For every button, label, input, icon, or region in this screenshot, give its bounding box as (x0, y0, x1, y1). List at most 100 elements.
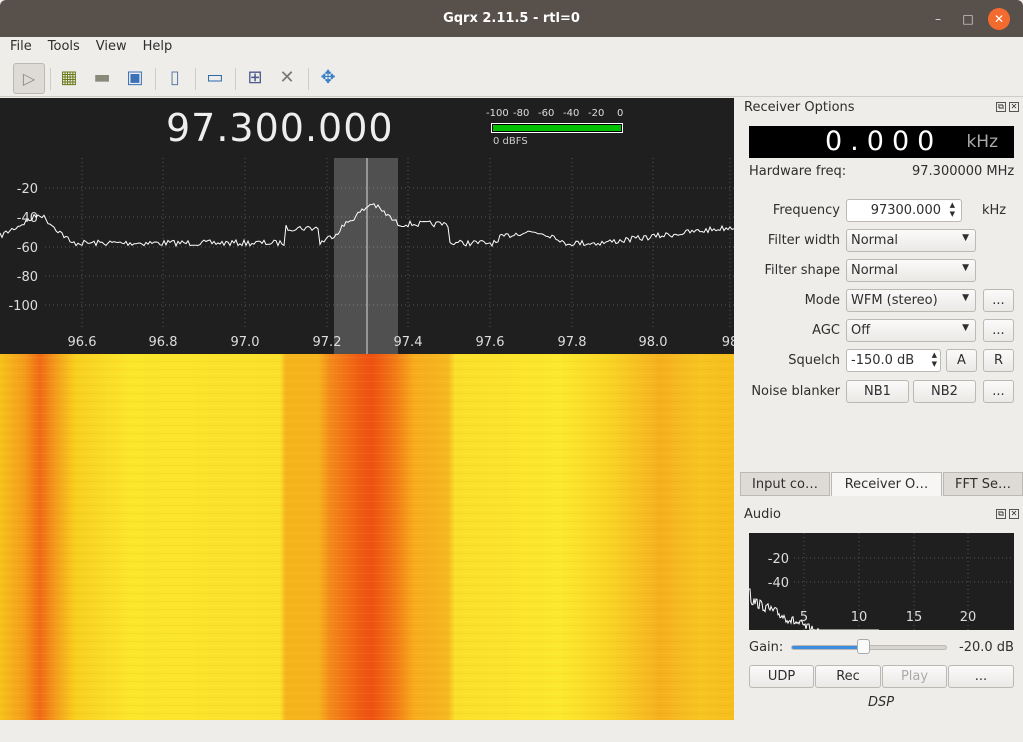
gain-label: Gain: (749, 640, 784, 655)
gain-value: -20.0 dB (959, 640, 1014, 655)
y-tick-label: -20 (768, 552, 789, 567)
nb2-button[interactable]: NB2 (913, 380, 976, 403)
y-tick-label: -40 (768, 576, 789, 591)
tab-input-controls[interactable]: Input co… (740, 472, 830, 496)
menu-bar: File Tools View Help (0, 37, 1023, 59)
tab-receiver-options[interactable]: Receiver O… (831, 472, 942, 496)
x-tick-label: 97.0 (231, 335, 260, 350)
spectrum-plot[interactable]: -20 -40 -60 -80 -100 96.6 96.8 97.0 97.2 97.4 97.6… (0, 158, 734, 354)
window-title: Gqrx 2.11.5 - rtl=0 (443, 11, 580, 26)
chevron-down-icon: ▼ (962, 233, 969, 243)
close-dock-icon[interactable]: ✕ (1009, 102, 1019, 112)
float-icon[interactable]: ⧉ (996, 102, 1006, 112)
agc-select[interactable]: Off ▼ (846, 319, 976, 342)
audio-options-button[interactable]: ... (948, 665, 1014, 688)
meter-tick: 0 (617, 108, 624, 119)
rec-button[interactable]: Rec (815, 665, 881, 688)
filter-shape-value: Normal (851, 263, 899, 278)
x-tick-label: 97.4 (394, 335, 423, 350)
x-tick-label: 98.0 (639, 335, 668, 350)
toolbar: ▦ ▬ ▣ ▯ ▭ ⊞ ✕ ✥ (0, 60, 1023, 97)
x-tick-label: 96.8 (149, 335, 178, 350)
squelch-label: Squelch (788, 353, 840, 368)
y-tick-label: -40 (17, 211, 38, 226)
save-icon[interactable]: ▣ (120, 63, 150, 93)
x-tick-label: 98 (722, 335, 734, 350)
x-tick-label: 15 (906, 610, 923, 625)
filter-width-value: Normal (851, 233, 899, 248)
agc-options-button[interactable]: ... (983, 319, 1014, 342)
audio-title: Audio (744, 507, 781, 522)
play-button[interactable]: ▷ (13, 63, 45, 94)
meter-tick: -80 (513, 108, 530, 119)
chevron-down-icon: ▼ (962, 293, 969, 303)
play-audio-button[interactable]: Play (882, 665, 947, 688)
x-tick-label: 10 (851, 610, 868, 625)
mode-options-button[interactable]: ... (983, 289, 1014, 312)
close-dock-icon[interactable]: ✕ (1009, 509, 1019, 519)
offset-display[interactable]: 0.000 kHz (749, 126, 1014, 158)
y-tick-label: -100 (8, 299, 38, 314)
menu-tools[interactable]: Tools (38, 37, 80, 59)
y-tick-label: -80 (17, 270, 38, 285)
mode-label: Mode (804, 293, 840, 308)
x-tick-label: 5 (800, 610, 808, 625)
open-folder-icon[interactable]: ▬ (87, 63, 117, 93)
gain-slider-handle[interactable] (856, 639, 870, 654)
x-tick-label: 20 (960, 610, 977, 625)
close-button[interactable]: ✕ (988, 8, 1010, 30)
squelch-reset-button[interactable]: R (983, 349, 1014, 372)
frequency-input[interactable]: 97300.000 ▲ ▼ (846, 199, 962, 222)
y-tick-label: -20 (17, 182, 38, 197)
agc-label: AGC (812, 323, 840, 338)
filter-shape-label: Filter shape (764, 263, 840, 278)
squelch-auto-button[interactable]: A (946, 349, 977, 372)
filter-width-label: Filter width (767, 233, 840, 248)
offset-unit: kHz (966, 132, 998, 152)
filter-width-select[interactable]: Normal ▼ (846, 229, 976, 252)
minimize-button[interactable]: – (928, 9, 948, 29)
menu-file[interactable]: File (0, 37, 32, 59)
maximize-button[interactable]: □ (958, 9, 978, 29)
hw-freq-value: 97.300000 MHz (912, 164, 1015, 179)
filter-shape-select[interactable]: Normal ▼ (846, 259, 976, 282)
agc-value: Off (851, 323, 871, 338)
meter-tick: -100 (486, 108, 509, 119)
nb1-button[interactable]: NB1 (846, 380, 909, 403)
y-tick-label: -60 (17, 241, 38, 256)
nb-options-button[interactable]: ... (983, 380, 1014, 403)
offset-value: 0.000 (825, 126, 943, 157)
meter-tick: -20 (588, 108, 605, 119)
float-icon[interactable]: ⧉ (996, 509, 1006, 519)
passband-highlight (334, 158, 398, 354)
dsp-label: DSP (868, 695, 895, 710)
x-tick-label: 96.6 (68, 335, 97, 350)
monitor-icon[interactable]: ▭ (200, 63, 230, 93)
meter-tick: -40 (563, 108, 580, 119)
frequency-value: 97300.000 (870, 203, 941, 218)
x-tick-label: 97.8 (558, 335, 587, 350)
fullscreen-icon[interactable]: ✥ (313, 63, 343, 93)
network-icon[interactable]: ⊞ (240, 63, 270, 93)
frequency-display[interactable]: 97.300.000 (166, 106, 394, 150)
mode-select[interactable]: WFM (stereo) ▼ (846, 289, 976, 312)
audio-fft-plot: -20 -40 5 10 15 20 (749, 533, 1014, 630)
squelch-value: -150.0 dB (851, 353, 915, 368)
frequency-label: Frequency (772, 203, 840, 218)
title-bar: Gqrx 2.11.5 - rtl=0 (0, 0, 1023, 37)
chevron-down-icon: ▼ (962, 263, 969, 273)
meter-label: 0 dBFS (493, 136, 528, 147)
signal-meter-bar (491, 123, 623, 133)
squelch-input[interactable]: -150.0 dB ▲ ▼ (846, 349, 941, 372)
waterfall[interactable] (0, 354, 734, 720)
udp-button[interactable]: UDP (749, 665, 814, 688)
tab-fft-settings[interactable]: FFT Se… (943, 472, 1023, 496)
dock-title: Receiver Options (744, 100, 855, 115)
hardware-icon[interactable]: ▦ (54, 63, 84, 93)
menu-help[interactable]: Help (133, 37, 173, 59)
menu-view[interactable]: View (86, 37, 127, 59)
bookmark-icon[interactable]: ▯ (160, 63, 190, 93)
tools-icon[interactable]: ✕ (272, 63, 302, 93)
chevron-down-icon: ▼ (962, 323, 969, 333)
play-icon: ▷ (22, 69, 36, 88)
